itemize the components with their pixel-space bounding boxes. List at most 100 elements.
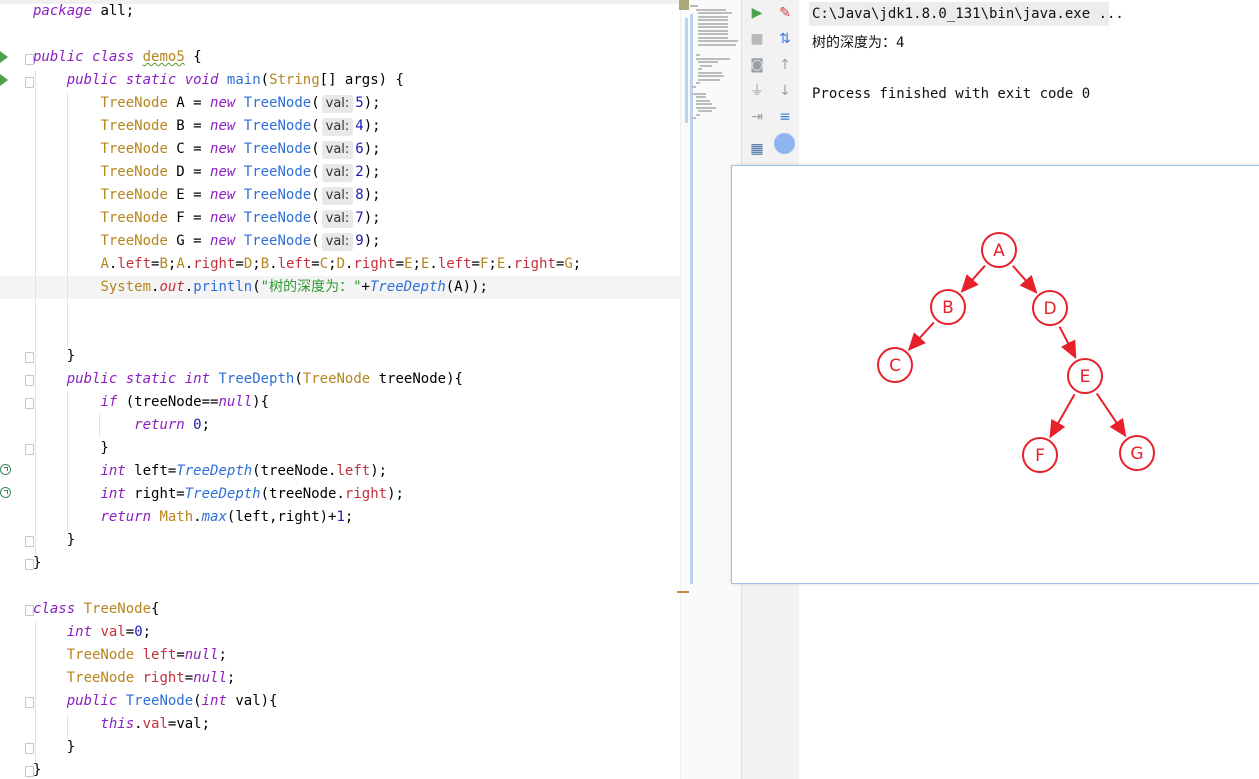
code-token: F =	[167, 210, 211, 226]
sort-icon[interactable]: ⇅	[775, 29, 795, 49]
code-line[interactable]: int left=TreeDepth(treeNode.left);	[0, 460, 688, 483]
code-token: val){	[226, 693, 278, 709]
code-token: TreeNode	[83, 601, 152, 617]
minimap-line	[698, 68, 702, 70]
code-line[interactable]: public static int TreeDepth(TreeNode tre…	[0, 368, 688, 391]
code-line[interactable]: public static void main(String[] args) {	[0, 69, 688, 92]
run-main-icon[interactable]	[0, 74, 8, 86]
fold-marker[interactable]	[25, 536, 34, 547]
exit-icon[interactable]: ⇥	[747, 107, 767, 127]
fold-marker[interactable]	[25, 605, 34, 616]
tree-node-label: B	[942, 298, 954, 318]
code-token: left	[336, 463, 371, 479]
fold-marker[interactable]	[25, 559, 34, 570]
indent-guide	[35, 622, 36, 762]
code-token: =	[235, 256, 244, 272]
code-token: (	[311, 210, 320, 226]
code-line[interactable]: TreeNode F = new TreeNode(val: 7);	[0, 207, 688, 230]
tree-node-label: G	[1130, 444, 1143, 464]
minimap-line	[698, 29, 728, 32]
fold-marker[interactable]	[25, 54, 34, 65]
camera-icon[interactable]: ◙	[747, 55, 767, 75]
run-class-icon[interactable]	[0, 51, 8, 63]
code-line[interactable]: TreeNode B = new TreeNode(val: 4);	[0, 115, 688, 138]
code-token: right	[353, 256, 396, 272]
code-line[interactable]: }	[0, 437, 688, 460]
code-line[interactable]: package all;	[0, 0, 688, 23]
tree-node-label: A	[993, 241, 1005, 261]
tree-diagram-image: A B C D E F G	[731, 165, 1259, 584]
code-line[interactable]: this.val=val;	[0, 713, 688, 736]
fold-marker[interactable]	[25, 697, 34, 708]
code-line[interactable]: A.left=B;A.right=D;B.left=C;D.right=E;E.…	[0, 253, 688, 276]
minimap-line	[698, 22, 728, 25]
stop-icon[interactable]: ■	[747, 29, 767, 49]
code-line[interactable]	[0, 575, 688, 598]
fold-marker[interactable]	[25, 375, 34, 386]
code-line[interactable]: public TreeNode(int val){	[0, 690, 688, 713]
code-editor[interactable]: package all; public class demo5 { public …	[0, 0, 688, 779]
up-arrow-icon[interactable]: ↑	[775, 55, 795, 75]
code-line[interactable]: TreeNode C = new TreeNode(val: 6);	[0, 138, 688, 161]
code-token: int	[100, 486, 126, 502]
code-token: TreeNode	[100, 187, 168, 203]
fold-marker[interactable]	[25, 743, 34, 754]
code-token: right=	[125, 486, 185, 502]
settings-circle-icon[interactable]	[774, 133, 795, 154]
code-line[interactable]: return Math.max(left,right)+1;	[0, 506, 688, 529]
code-line[interactable]: TreeNode A = new TreeNode(val: 5);	[0, 92, 688, 115]
plug-icon[interactable]: ⏚	[747, 81, 767, 101]
rerun-icon[interactable]: ▶	[747, 3, 767, 23]
code-token: 4	[355, 118, 364, 134]
code-token: TreeNode	[243, 187, 312, 203]
soft-wrap-icon[interactable]: ≡	[775, 107, 795, 127]
inspection-status-icon[interactable]	[679, 0, 689, 10]
code-line[interactable]: }	[0, 736, 688, 759]
code-line[interactable]: TreeNode E = new TreeNode(val: 8);	[0, 184, 688, 207]
fold-marker[interactable]	[25, 352, 34, 363]
code-line[interactable]: int right=TreeDepth(treeNode.right);	[0, 483, 688, 506]
fold-marker[interactable]	[25, 766, 34, 777]
code-line[interactable]	[0, 23, 688, 46]
code-line[interactable]: }	[0, 529, 688, 552]
code-line[interactable]: TreeNode G = new TreeNode(val: 9);	[0, 230, 688, 253]
indent-guide	[67, 392, 68, 532]
down-arrow-icon[interactable]: ↓	[775, 81, 795, 101]
code-line[interactable]	[0, 322, 688, 345]
code-line[interactable]: public class demo5 {	[0, 46, 688, 69]
code-token: A	[100, 256, 109, 272]
scroll-thumb[interactable]	[685, 18, 688, 123]
tree-edge-B-C	[907, 321, 935, 351]
clear-icon[interactable]: ✎	[775, 3, 795, 23]
code-line[interactable]: if (treeNode==null){	[0, 391, 688, 414]
layout-icon[interactable]: ▦	[747, 139, 767, 159]
code-line[interactable]: TreeNode left=null;	[0, 644, 688, 667]
code-token: TreeNode	[125, 693, 194, 709]
code-token: String	[269, 72, 320, 88]
code-line[interactable]	[0, 299, 688, 322]
code-line[interactable]: TreeNode D = new TreeNode(val: 2);	[0, 161, 688, 184]
code-line[interactable]: int val=0;	[0, 621, 688, 644]
code-line[interactable]: }	[0, 759, 688, 779]
code-line[interactable]: }	[0, 345, 688, 368]
code-token: 2	[355, 164, 364, 180]
code-line-text: this.val=val;	[33, 713, 210, 736]
code-token: TreeNode	[243, 210, 312, 226]
code-token: C	[319, 256, 329, 272]
indent-guide	[67, 714, 68, 738]
code-line[interactable]: return 0;	[0, 414, 688, 437]
code-line[interactable]: System.out.println("树的深度为："+TreeDepth(A)…	[0, 276, 688, 299]
fold-marker[interactable]	[25, 77, 34, 88]
code-line[interactable]: TreeNode right=null;	[0, 667, 688, 690]
code-line[interactable]: class TreeNode{	[0, 598, 688, 621]
code-token: right	[193, 256, 236, 272]
fold-marker[interactable]	[25, 444, 34, 455]
code-token: (	[260, 72, 270, 88]
minimap-line	[698, 110, 712, 112]
code-line[interactable]: }	[0, 552, 688, 575]
code-token: (A));	[445, 279, 488, 295]
tree-node-label: D	[1043, 299, 1056, 319]
fold-marker[interactable]	[25, 398, 34, 409]
